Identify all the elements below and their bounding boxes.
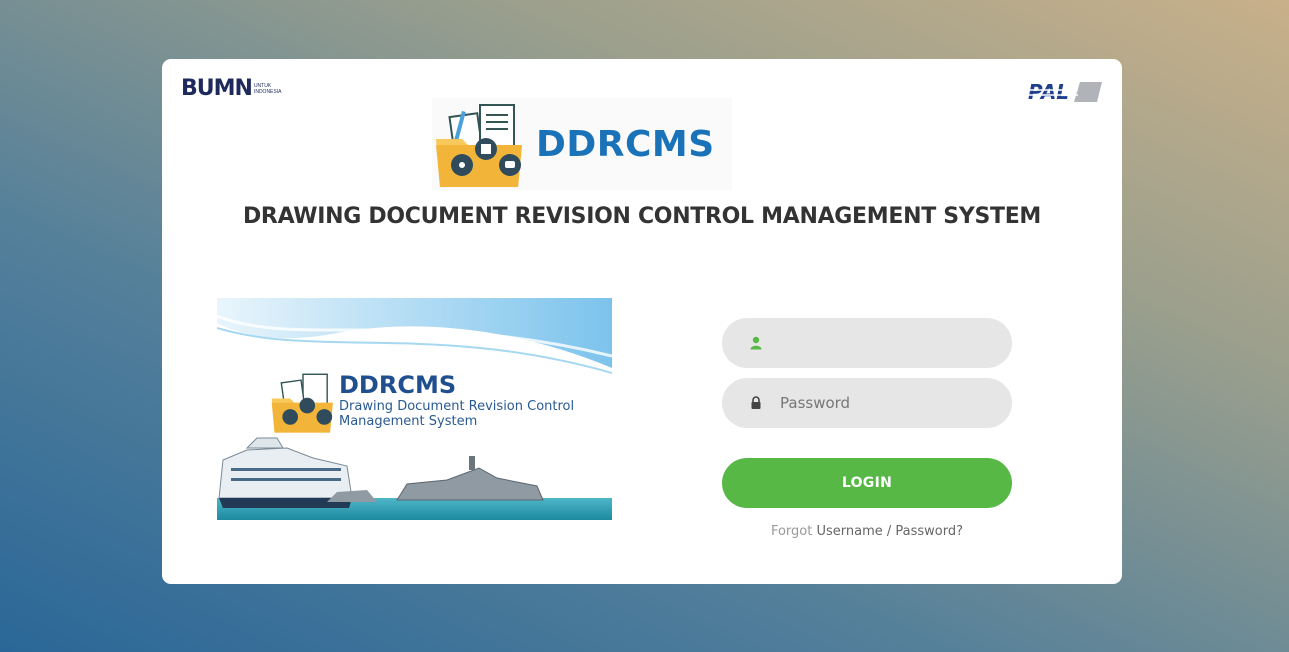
pal-logo: PAL (1024, 80, 1102, 104)
bumn-logo: BUMN UNTUK INDONESIA (181, 78, 290, 100)
user-icon (750, 336, 762, 350)
bumn-logo-word: BUMN (181, 76, 253, 101)
folder-documents-icon (436, 104, 522, 187)
username-field[interactable] (722, 318, 1012, 368)
banner-folder-icon (271, 373, 333, 433)
bumn-logo-tagline: UNTUK INDONESIA (253, 83, 282, 95)
forgot-credentials: Forgot Username / Password? (722, 524, 1012, 539)
ddrcms-logo-text: DDRCMS (536, 123, 715, 165)
ddrcms-banner-image: DDRCMS Drawing Document Revision Control… (217, 298, 612, 520)
password-input[interactable] (780, 394, 1000, 412)
lock-icon (751, 396, 761, 409)
forgot-credentials-link[interactable]: Username / Password? (816, 524, 963, 539)
login-button[interactable]: LOGIN (722, 458, 1012, 508)
page-title: DRAWING DOCUMENT REVISION CONTROL MANAGE… (242, 204, 1042, 229)
pal-logo-word: PAL (1028, 80, 1069, 104)
password-field[interactable] (722, 378, 1012, 428)
banner-subtitle: Drawing Document Revision Control Manage… (339, 399, 575, 429)
banner-title: DDRCMS (339, 371, 457, 399)
forgot-prefix: Forgot (770, 524, 813, 539)
ddrcms-logo: DDRCMS (432, 98, 732, 190)
login-card: BUMN UNTUK INDONESIA PAL DDRCMS DRAWING (162, 59, 1122, 584)
username-input[interactable] (780, 334, 1000, 352)
